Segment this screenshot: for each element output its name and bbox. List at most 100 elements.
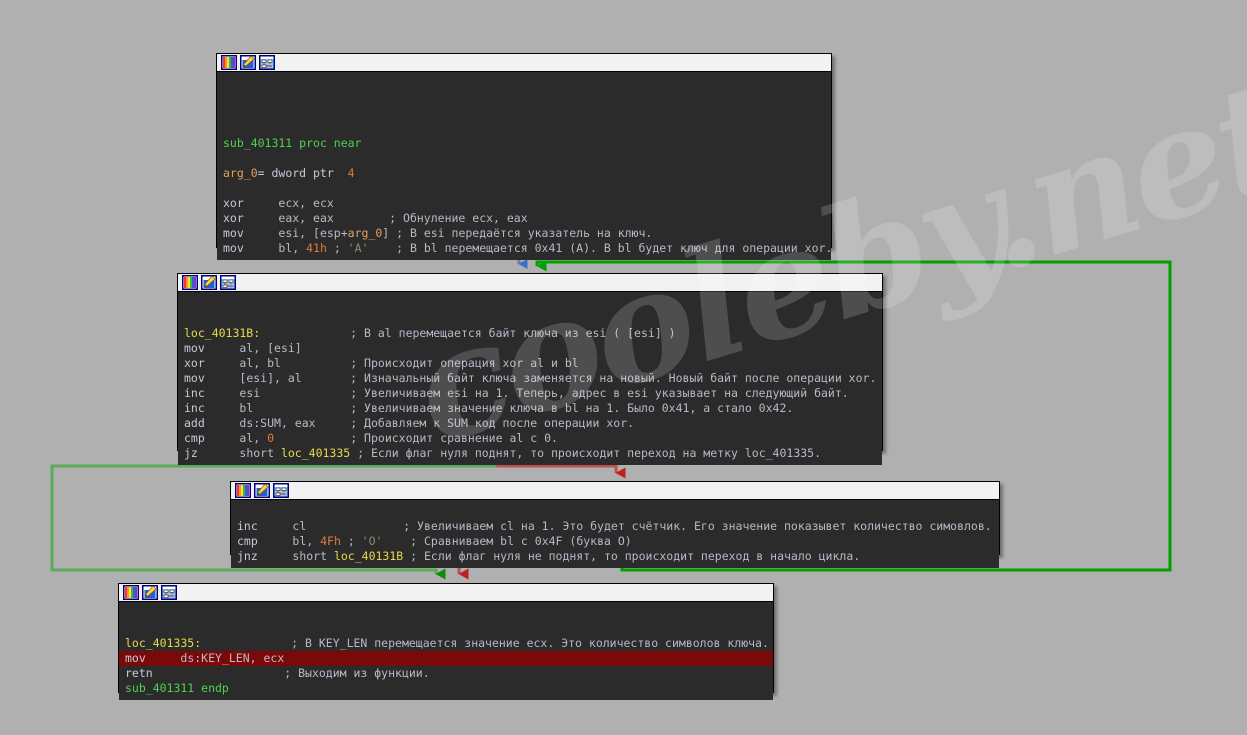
color-palette-icon[interactable] <box>221 55 237 70</box>
graph-layout-icon[interactable] <box>259 55 275 70</box>
disassembly-line[interactable]: inc bl ; Увеличиваем значение ключа в bl… <box>178 401 882 416</box>
code-token: ecx, ecx <box>278 196 334 210</box>
disassembly-line[interactable]: jnz short loc_40131B ; Если флаг нуля не… <box>231 549 999 564</box>
disassembly-line[interactable]: xor ecx, ecx <box>217 196 831 211</box>
disassembly-line[interactable] <box>231 504 999 519</box>
code-token: bl, <box>278 241 307 255</box>
code-token: mov <box>223 226 244 240</box>
code-token: inc <box>237 519 258 533</box>
code-token: ; Если флаг нуля поднят, то происходит п… <box>350 446 822 460</box>
code-token: arg_0 <box>223 166 258 180</box>
node-titlebar[interactable] <box>231 482 999 500</box>
disassembly-line[interactable] <box>178 296 882 311</box>
code-token: loc_401335: <box>125 636 202 650</box>
code-token: arg_0 <box>347 226 383 240</box>
disassembly-listing: inc cl ; Увеличиваем cl на 1. Это будет … <box>231 500 999 568</box>
color-palette-icon[interactable] <box>235 483 251 498</box>
disassembly-line[interactable]: loc_401335: ; В KEY_LEN перемещается зна… <box>119 636 773 651</box>
code-token: 0 <box>267 431 275 445</box>
code-token: ; Увеличиваем cl на 1. Это будет счётчик… <box>306 519 992 533</box>
graph-layout-icon[interactable] <box>273 483 289 498</box>
graph-layout-icon[interactable] <box>161 585 177 600</box>
code-token: ; В esi передаётся указатель на ключ. <box>389 226 653 240</box>
code-token: ; Выходим из функции. <box>152 666 430 680</box>
disassembly-line[interactable]: inc cl ; Увеличиваем cl на 1. Это будет … <box>231 519 999 534</box>
code-token: short <box>292 549 334 563</box>
code-token: mov <box>223 241 244 255</box>
code-token: ; Изначальный байт ключа заменяется на н… <box>301 371 877 385</box>
disassembly-line[interactable] <box>119 621 773 636</box>
disassembly-line[interactable]: loc_40131B: ; В al перемещается байт клю… <box>178 326 882 341</box>
edit-pencil-icon[interactable] <box>142 585 158 600</box>
disassembly-line[interactable]: sub_401311 proc near <box>217 136 831 151</box>
basic-block-loc-40131B[interactable]: loc_40131B: ; В al перемещается байт клю… <box>177 273 883 465</box>
edit-pencil-icon[interactable] <box>240 55 256 70</box>
disassembly-line[interactable]: sub_401311 endp <box>119 681 773 696</box>
code-token: xor <box>223 211 244 225</box>
edit-pencil-icon[interactable] <box>201 275 217 290</box>
code-token: sub_401311 endp <box>125 681 229 695</box>
graph-layout-icon[interactable] <box>220 275 236 290</box>
code-token: cl <box>292 519 307 533</box>
disassembly-line[interactable] <box>217 91 831 106</box>
code-token: ; <box>340 534 362 548</box>
code-token: 41h <box>306 241 327 255</box>
disassembly-line[interactable]: mov al, [esi] <box>178 341 882 356</box>
node-titlebar[interactable] <box>217 54 831 72</box>
code-token: ; В al перемещается байт ключа из esi ( … <box>260 326 676 340</box>
basic-block-loc-401335-exit[interactable]: loc_401335: ; В KEY_LEN перемещается зна… <box>118 583 774 700</box>
basic-block-sub-401311-entry[interactable]: sub_401311 proc near arg_0= dword ptr 4 … <box>216 53 832 260</box>
code-token: ; Происходит сравнение al с 0. <box>274 431 558 445</box>
disassembly-line[interactable] <box>217 121 831 136</box>
node-titlebar[interactable] <box>119 584 773 602</box>
disassembly-line-selected[interactable]: mov ds:KEY_LEN, ecx <box>119 651 773 666</box>
disassembly-line[interactable] <box>217 151 831 166</box>
code-token: al, [esi] <box>239 341 302 355</box>
code-token: cmp <box>184 431 205 445</box>
code-token: esi, [esp+ <box>278 226 348 240</box>
disassembly-line[interactable]: cmp al, 0 ; Происходит сравнение al с 0. <box>178 431 882 446</box>
disassembly-line[interactable]: inc esi ; Увеличиваем esi на 1. Теперь, … <box>178 386 882 401</box>
disassembly-line[interactable] <box>119 606 773 621</box>
color-palette-icon[interactable] <box>182 275 198 290</box>
code-token: short <box>239 446 281 460</box>
code-token: loc_401335 <box>280 446 351 460</box>
disassembly-line[interactable]: xor al, bl ; Происходит операция xor al … <box>178 356 882 371</box>
disassembly-line[interactable]: mov bl, 41h ; 'A' ; В bl перемещается 0x… <box>217 241 832 256</box>
disassembly-listing: loc_401335: ; В KEY_LEN перемещается зна… <box>119 602 773 700</box>
disassembly-line[interactable] <box>217 76 831 91</box>
disassembly-line[interactable] <box>178 311 882 326</box>
code-token: = dword ptr <box>257 166 348 180</box>
code-token: ; <box>326 241 348 255</box>
code-token: al, bl <box>239 356 281 370</box>
code-token: [esi], al <box>239 371 302 385</box>
disassembly-line[interactable]: mov [esi], al ; Изначальный байт ключа з… <box>178 371 882 386</box>
code-token: 4Fh <box>320 534 341 548</box>
disassembly-line[interactable] <box>217 106 831 121</box>
disassembly-line[interactable] <box>217 181 831 196</box>
disassembly-line[interactable]: cmp bl, 4Fh ; 'O' ; Сравниваем bl с 0x4F… <box>231 534 999 549</box>
disassembly-line[interactable]: jz short loc_401335 ; Если флаг нуля под… <box>178 446 882 461</box>
disassembly-line[interactable]: mov esi, [esp+arg_0] ; В esi передаётся … <box>217 226 831 241</box>
disassembly-line[interactable]: retn ; Выходим из функции. <box>119 666 773 681</box>
basic-block-counter-increment[interactable]: inc cl ; Увеличиваем cl на 1. Это будет … <box>230 481 1000 568</box>
color-palette-icon[interactable] <box>123 585 139 600</box>
code-token: inc <box>184 401 205 415</box>
disassembly-line[interactable]: arg_0= dword ptr 4 <box>217 166 831 181</box>
code-token: jnz <box>237 549 258 563</box>
disassembly-line[interactable]: xor eax, eax ; Обнуление ecx, eax <box>217 211 831 226</box>
code-token: xor <box>184 356 205 370</box>
disassembly-line[interactable]: add ds:SUM, eax ; Добавляем к SUM код по… <box>178 416 882 431</box>
node-titlebar[interactable] <box>178 274 882 292</box>
edit-pencil-icon[interactable] <box>254 483 270 498</box>
code-token: loc_40131B: <box>184 326 261 340</box>
code-token: mov <box>184 371 205 385</box>
code-token: ; Увеличиваем esi на 1. Теперь, адрес в … <box>260 386 849 400</box>
code-token: ; В KEY_LEN перемещается значение ecx. Э… <box>201 636 769 650</box>
